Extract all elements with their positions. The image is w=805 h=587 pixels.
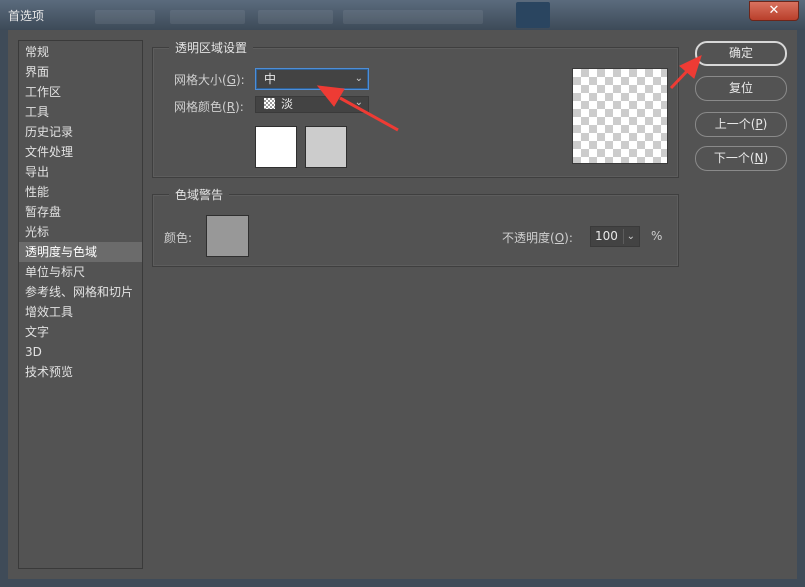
gamut-color-label: 颜色:	[164, 231, 193, 245]
category-item-units-rulers[interactable]: 单位与标尺	[19, 262, 142, 282]
background-taskbar-item	[170, 10, 245, 24]
category-list: 常规 界面 工作区 工具 历史记录 文件处理 导出 性能 暂存盘 光标 透明度与…	[18, 40, 143, 569]
window-title: 首选项	[8, 9, 45, 23]
category-item-history[interactable]: 历史记录	[19, 122, 142, 142]
grid-size-label: 网格大小(G):	[174, 73, 245, 87]
grid-size-value: 中	[264, 72, 277, 86]
category-item-guides-grid-slices[interactable]: 参考线、网格和切片	[19, 282, 142, 302]
grid-color-select[interactable]: 淡 ⌄	[255, 96, 369, 113]
category-item-tech-previews[interactable]: 技术预览	[19, 362, 142, 382]
opacity-label: 不透明度(O):	[502, 231, 573, 245]
category-item-type[interactable]: 文字	[19, 322, 142, 342]
reset-button[interactable]: 复位	[695, 76, 787, 101]
category-item-general[interactable]: 常规	[19, 42, 142, 62]
category-item-transparency-gamut[interactable]: 透明度与色域	[19, 242, 142, 262]
transparency-preview	[572, 68, 668, 164]
window-frame-bottom	[0, 579, 805, 587]
grid-color-value: 淡	[281, 97, 294, 111]
grid-color-swatch-light[interactable]	[255, 126, 297, 168]
transparency-group-title: 透明区域设置	[169, 39, 254, 56]
opacity-input[interactable]: 100 ⌄	[590, 226, 640, 247]
grid-color-label: 网格颜色(R):	[174, 100, 244, 114]
window-frame-right	[797, 30, 805, 587]
grid-size-select[interactable]: 中 ⌄	[255, 68, 369, 90]
category-item-file-handling[interactable]: 文件处理	[19, 142, 142, 162]
checker-pattern-icon	[264, 98, 275, 109]
opacity-unit: %	[651, 229, 663, 243]
grid-color-swatch-dark[interactable]	[305, 126, 347, 168]
chevron-down-icon[interactable]: ⌄	[627, 227, 635, 246]
title-bar[interactable]: 首选项 ✕	[0, 0, 805, 30]
category-item-scratch-disks[interactable]: 暂存盘	[19, 202, 142, 222]
chevron-down-icon: ⌄	[354, 97, 363, 108]
category-item-plugins[interactable]: 增效工具	[19, 302, 142, 322]
gamut-group-title: 色域警告	[169, 186, 230, 203]
chevron-down-icon: ⌄	[354, 73, 363, 84]
next-button[interactable]: 下一个(N)	[695, 146, 787, 171]
ok-button[interactable]: 确定	[695, 41, 787, 66]
category-item-performance[interactable]: 性能	[19, 182, 142, 202]
close-button[interactable]: ✕	[749, 1, 799, 21]
previous-button[interactable]: 上一个(P)	[695, 112, 787, 137]
opacity-value: 100	[595, 229, 618, 243]
category-item-cursors[interactable]: 光标	[19, 222, 142, 242]
category-item-interface[interactable]: 界面	[19, 62, 142, 82]
background-taskbar-item	[343, 10, 483, 24]
background-taskbar-item	[95, 10, 155, 24]
opacity-divider	[623, 229, 624, 244]
category-item-export[interactable]: 导出	[19, 162, 142, 182]
background-taskbar-item	[258, 10, 333, 24]
background-app-icon	[516, 2, 550, 28]
category-item-workspace[interactable]: 工作区	[19, 82, 142, 102]
category-item-3d[interactable]: 3D	[19, 342, 142, 362]
category-item-tools[interactable]: 工具	[19, 102, 142, 122]
gamut-color-swatch[interactable]	[206, 215, 249, 257]
window-frame-left	[0, 30, 8, 587]
